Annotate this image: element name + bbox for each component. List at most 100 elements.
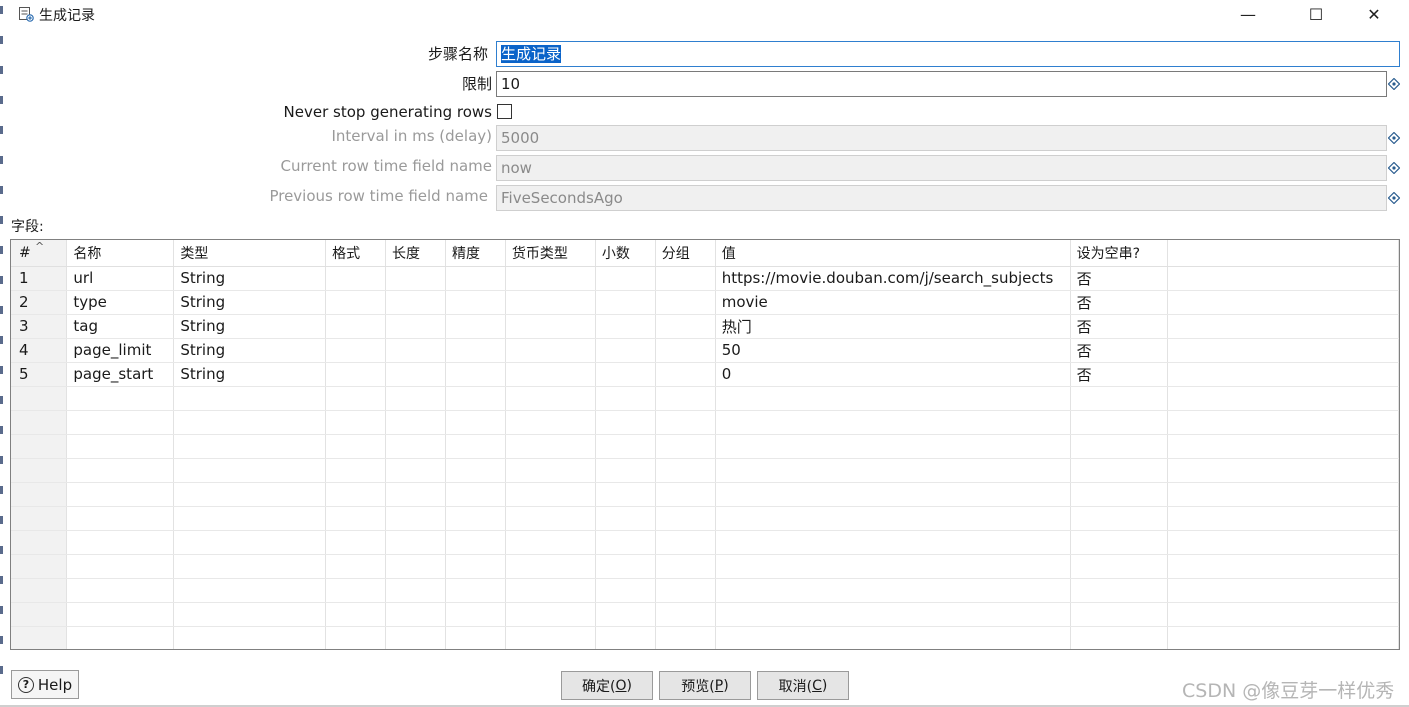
table-row[interactable] [11,626,1399,649]
table-cell[interactable] [655,386,716,411]
column-header[interactable]: 精度 [445,240,506,267]
table-cell[interactable] [173,530,327,555]
table-cell[interactable] [595,338,656,363]
table-cell[interactable] [445,482,506,507]
table-cell[interactable] [1070,554,1168,579]
table-cell[interactable] [1167,482,1399,507]
table-cell[interactable] [66,578,175,603]
table-cell[interactable] [655,314,716,339]
table-cell[interactable] [173,482,327,507]
table-cell[interactable]: url [66,266,175,291]
table-cell[interactable] [173,626,327,649]
never-stop-checkbox[interactable] [497,104,512,119]
table-cell[interactable]: page_start [66,362,175,387]
table-cell[interactable] [715,482,1071,507]
column-header[interactable]: 小数 [595,240,656,267]
table-row[interactable]: 2 type String movie 否 [11,290,1399,315]
table-cell[interactable]: https://movie.douban.com/j/search_subjec… [715,266,1071,291]
table-cell[interactable]: 否 [1070,362,1168,387]
table-cell[interactable] [595,290,656,315]
table-cell[interactable]: String [173,362,327,387]
table-cell[interactable] [385,386,446,411]
table-cell[interactable] [173,578,327,603]
table-cell[interactable] [715,554,1071,579]
table-row[interactable]: 3 tag String 热门否 [11,314,1399,339]
previous-time-field[interactable]: FiveSecondsAgo [496,185,1387,211]
table-cell[interactable] [1167,506,1399,531]
table-cell[interactable] [1167,338,1399,363]
table-cell[interactable] [385,506,446,531]
column-header[interactable]: 值 [715,240,1071,267]
column-header[interactable]: 类型 [173,240,327,267]
table-cell[interactable] [1167,602,1399,627]
table-cell[interactable] [445,266,506,291]
table-cell[interactable] [1070,578,1168,603]
table-cell[interactable] [445,602,506,627]
table-cell[interactable] [66,602,175,627]
table-cell[interactable] [655,458,716,483]
table-cell[interactable] [655,626,716,649]
table-cell[interactable]: String [173,290,327,315]
table-cell[interactable] [655,290,716,315]
column-header[interactable]: 格式 [325,240,387,267]
table-cell[interactable] [445,506,506,531]
table-cell[interactable] [655,266,716,291]
column-header[interactable]: 设为空串? [1070,240,1168,267]
table-cell[interactable]: movie [715,290,1071,315]
table-cell[interactable] [1070,602,1168,627]
table-cell[interactable] [1070,386,1168,411]
table-cell[interactable] [715,386,1071,411]
table-cell[interactable] [66,626,175,649]
table-cell[interactable] [385,458,446,483]
maximize-button[interactable]: ☐ [1288,0,1344,28]
table-cell[interactable] [325,482,387,507]
table-cell[interactable] [1070,434,1168,459]
table-cell[interactable] [1167,434,1399,459]
help-button[interactable]: ? Help [11,670,79,699]
table-row[interactable]: 1 url String https://movie.douban.com/j/sea… [11,266,1399,291]
table-cell[interactable] [505,458,596,483]
variable-icon[interactable] [1388,162,1400,174]
table-cell[interactable] [1070,482,1168,507]
table-cell[interactable]: 热门 [715,314,1071,339]
table-cell[interactable] [655,506,716,531]
table-cell[interactable] [173,602,327,627]
table-cell[interactable] [505,266,596,291]
table-cell[interactable] [595,266,656,291]
table-cell[interactable] [325,626,387,649]
table-cell[interactable] [173,386,327,411]
table-cell[interactable] [595,458,656,483]
table-cell[interactable] [505,626,596,649]
table-cell[interactable] [1167,314,1399,339]
table-cell[interactable] [173,458,327,483]
table-cell[interactable] [445,458,506,483]
table-cell[interactable] [1167,578,1399,603]
table-cell[interactable] [445,434,506,459]
table-cell[interactable] [655,578,716,603]
table-cell[interactable]: String [173,266,327,291]
table-cell[interactable]: 否 [1070,314,1168,339]
table-cell[interactable] [385,338,446,363]
table-cell[interactable] [1167,554,1399,579]
table-cell[interactable] [1167,530,1399,555]
table-cell[interactable]: 否 [1070,266,1168,291]
table-cell[interactable] [505,434,596,459]
table-row[interactable] [11,602,1399,627]
table-cell[interactable] [655,554,716,579]
table-cell[interactable] [445,314,506,339]
table-cell[interactable] [505,386,596,411]
table-cell[interactable] [595,362,656,387]
table-cell[interactable] [715,602,1071,627]
variable-icon[interactable] [1388,132,1400,144]
table-cell[interactable] [385,314,446,339]
table-cell[interactable] [1167,386,1399,411]
minimize-button[interactable]: — [1220,0,1276,28]
table-cell[interactable] [66,434,175,459]
table-cell[interactable] [385,578,446,603]
table-cell[interactable] [595,434,656,459]
table-cell[interactable] [505,554,596,579]
table-cell[interactable] [445,338,506,363]
table-cell[interactable] [505,602,596,627]
table-row[interactable] [11,434,1399,459]
table-cell[interactable] [325,506,387,531]
